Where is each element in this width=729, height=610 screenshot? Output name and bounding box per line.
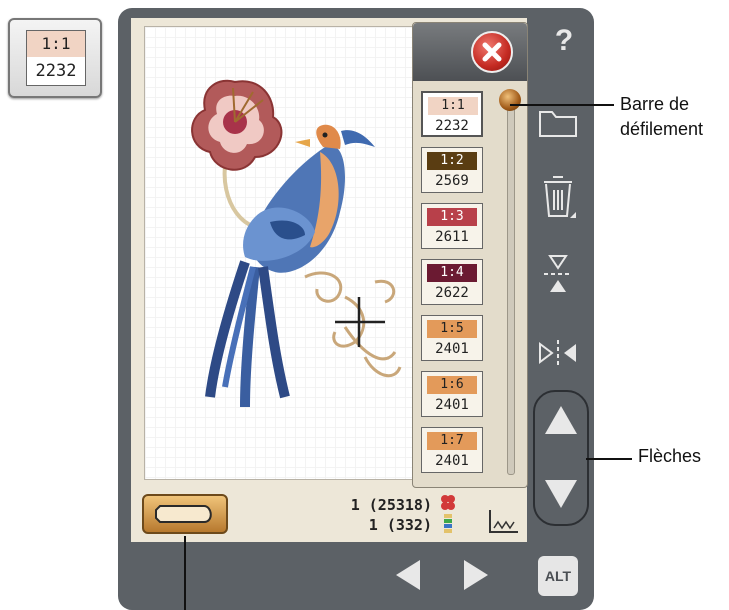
embroidery-canvas[interactable] bbox=[144, 26, 414, 480]
flip-horizontal-icon[interactable] bbox=[536, 336, 582, 370]
color-swatch[interactable]: 1:6 2401 bbox=[421, 371, 483, 417]
color-swatch[interactable]: 1:1 2232 bbox=[421, 91, 483, 137]
color-code: 1:7 bbox=[427, 432, 477, 450]
color-chip-example: 1:1 2232 bbox=[8, 18, 102, 98]
callout-line-back bbox=[184, 536, 186, 610]
thread-number: 2401 bbox=[435, 397, 469, 413]
alt-button[interactable]: ALT bbox=[538, 556, 578, 596]
color-code: 1:1 bbox=[428, 97, 478, 115]
color-block-list: 1:1 2232 1:2 2569 1:3 2611 1:4 2622 1:5 2401 1:6 24… bbox=[412, 22, 528, 488]
arrow-up-button[interactable] bbox=[545, 406, 577, 434]
thread-number: 2611 bbox=[435, 229, 469, 245]
scrollbar-knob[interactable] bbox=[499, 89, 521, 111]
callout-line-scrollbar bbox=[510, 104, 614, 106]
back-button[interactable] bbox=[142, 494, 228, 534]
return-arrow-icon bbox=[155, 505, 212, 523]
thread-number: 2401 bbox=[435, 453, 469, 469]
color-swatch[interactable]: 1:4 2622 bbox=[421, 259, 483, 305]
mini-swatch-number: 2232 bbox=[35, 61, 77, 81]
flip-vertical-icon[interactable] bbox=[540, 252, 576, 298]
color-code: 1:3 bbox=[427, 208, 477, 226]
thread-spool-icon bbox=[444, 514, 452, 533]
color-code: 1:4 bbox=[427, 264, 477, 282]
stitch-type-icon bbox=[489, 510, 518, 533]
thread-number: 2569 bbox=[435, 173, 469, 189]
callout-arrows: Flèches bbox=[638, 446, 702, 466]
mini-swatch-code: 1:1 bbox=[27, 31, 85, 57]
arrow-left-button[interactable] bbox=[394, 558, 424, 592]
close-button[interactable] bbox=[471, 31, 513, 73]
folder-icon[interactable] bbox=[538, 108, 578, 138]
color-swatch[interactable]: 1:2 2569 bbox=[421, 147, 483, 193]
close-icon bbox=[482, 42, 502, 62]
color-swatch[interactable]: 1:5 2401 bbox=[421, 315, 483, 361]
scrollbar-track[interactable] bbox=[507, 93, 515, 475]
embroidery-design bbox=[191, 79, 402, 408]
thread-number: 2622 bbox=[435, 285, 469, 301]
color-code: 1:2 bbox=[427, 152, 477, 170]
color-swatch[interactable]: 1:3 2611 bbox=[421, 203, 483, 249]
mini-swatch: 1:1 2232 bbox=[26, 30, 86, 86]
panel-header bbox=[413, 23, 527, 81]
color-code: 1:6 bbox=[427, 376, 477, 394]
arrow-buttons bbox=[533, 390, 589, 526]
delete-icon[interactable] bbox=[540, 174, 576, 222]
arrows-svg bbox=[545, 406, 577, 508]
color-code: 1:5 bbox=[427, 320, 477, 338]
stitch-count: 1 (25318) bbox=[350, 496, 432, 514]
flower-icon bbox=[441, 495, 455, 510]
color-count: 1 (332) bbox=[368, 516, 432, 534]
color-swatch[interactable]: 1:7 2401 bbox=[421, 427, 483, 473]
callout-scrollbar: Barre de défilement bbox=[620, 94, 704, 139]
arrow-down-button[interactable] bbox=[545, 480, 577, 508]
callout-line-arrows bbox=[586, 458, 632, 460]
thread-number: 2232 bbox=[435, 118, 469, 134]
help-button[interactable]: ? bbox=[544, 24, 584, 58]
arrow-right-button[interactable] bbox=[460, 558, 490, 592]
thread-number: 2401 bbox=[435, 341, 469, 357]
